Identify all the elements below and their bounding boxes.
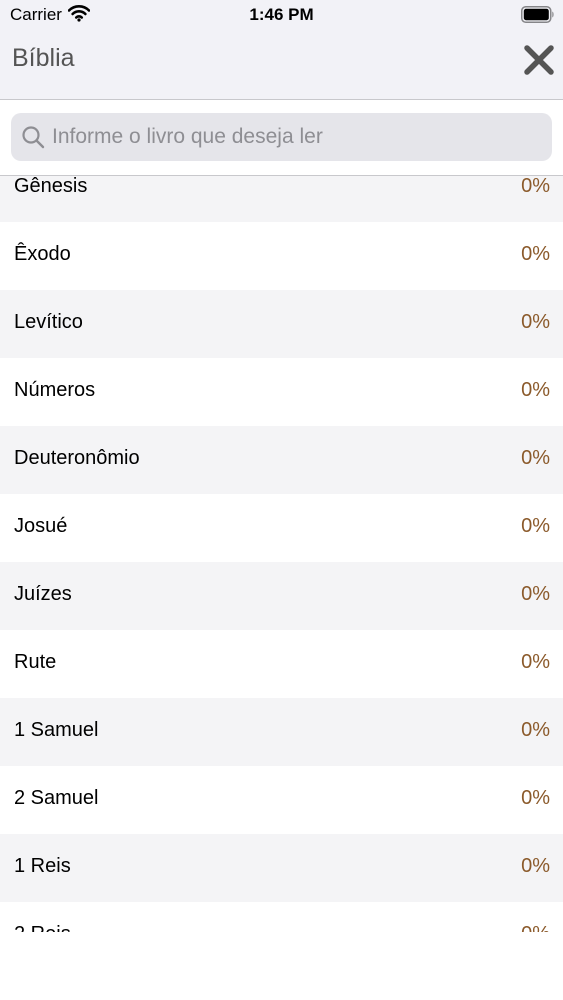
book-progress: 0% [521,515,550,537]
battery-icon [521,6,554,23]
book-progress: 0% [521,719,550,741]
status-bar: Carrier 1:46 PM [0,0,563,32]
book-list: Gênesis 0% Êxodo 0% Levítico 0% Números 0% Deute… [0,176,563,932]
screen: Carrier 1:46 PM Bíblia Gênesis 0% [0,0,563,1000]
book-progress: 0% [521,855,550,877]
book-name: 2 Reis [14,923,71,932]
book-progress: 0% [521,176,550,197]
book-name: Levítico [14,311,83,333]
book-name: 1 Samuel [14,719,99,741]
list-item[interactable]: Gênesis 0% [0,176,563,222]
book-progress: 0% [521,651,550,673]
book-name: Números [14,379,96,401]
list-item[interactable]: 1 Samuel 0% [0,698,563,766]
book-name: 2 Samuel [14,787,99,809]
close-icon[interactable] [519,40,559,80]
book-name: Êxodo [14,243,71,265]
list-item[interactable]: 2 Reis 0% [0,902,563,932]
book-progress: 0% [521,923,550,932]
search-bar [0,100,563,176]
book-name: Josué [14,515,68,537]
book-name: Gênesis [14,176,88,197]
book-name: Rute [14,651,57,673]
book-progress: 0% [521,311,550,333]
list-item[interactable]: Êxodo 0% [0,222,563,290]
search-icon [22,126,45,149]
list-item[interactable]: Josué 0% [0,494,563,562]
list-item[interactable]: Números 0% [0,358,563,426]
search-field[interactable] [11,113,552,161]
list-item[interactable]: Rute 0% [0,630,563,698]
list-item[interactable]: Deuteronômio 0% [0,426,563,494]
book-progress: 0% [521,243,550,265]
navigation-bar: Bíblia [0,32,563,100]
book-progress: 0% [521,787,550,809]
book-progress: 0% [521,447,550,469]
book-list-content: Gênesis 0% Êxodo 0% Levítico 0% Números 0% Deute… [0,176,563,932]
list-item[interactable]: Juízes 0% [0,562,563,630]
list-item[interactable]: Levítico 0% [0,290,563,358]
page-title: Bíblia [12,44,75,72]
book-name: 1 Reis [14,855,71,877]
book-name: Juízes [14,583,72,605]
list-item[interactable]: 1 Reis 0% [0,834,563,902]
search-input[interactable] [52,113,542,161]
list-item[interactable]: 2 Samuel 0% [0,766,563,834]
book-progress: 0% [521,379,550,401]
book-name: Deuteronômio [14,447,140,469]
book-progress: 0% [521,583,550,605]
status-time: 1:46 PM [249,5,314,24]
